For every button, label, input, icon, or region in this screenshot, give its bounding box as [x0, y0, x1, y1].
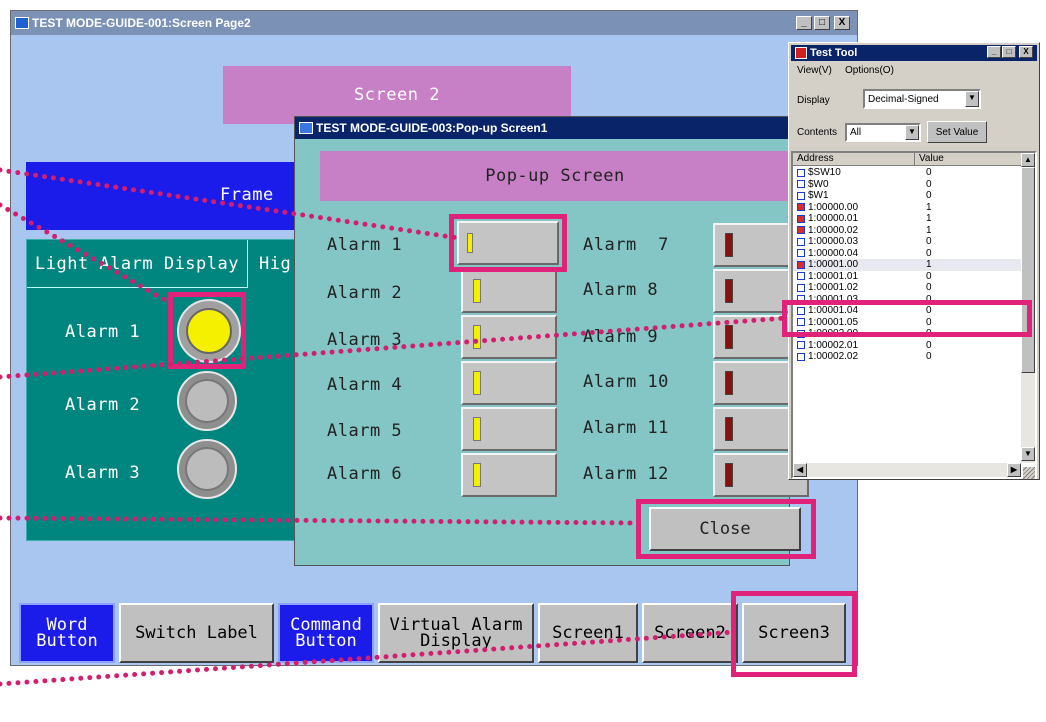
line-to-close-button [0, 515, 639, 526]
annotation-lines [0, 167, 789, 687]
line-to-test-tool-row [0, 315, 789, 380]
line-to-popup-alarm-1 [0, 167, 461, 241]
line-to-screen3-button [0, 629, 738, 687]
line-to-alarm-1-lamp [0, 202, 168, 303]
